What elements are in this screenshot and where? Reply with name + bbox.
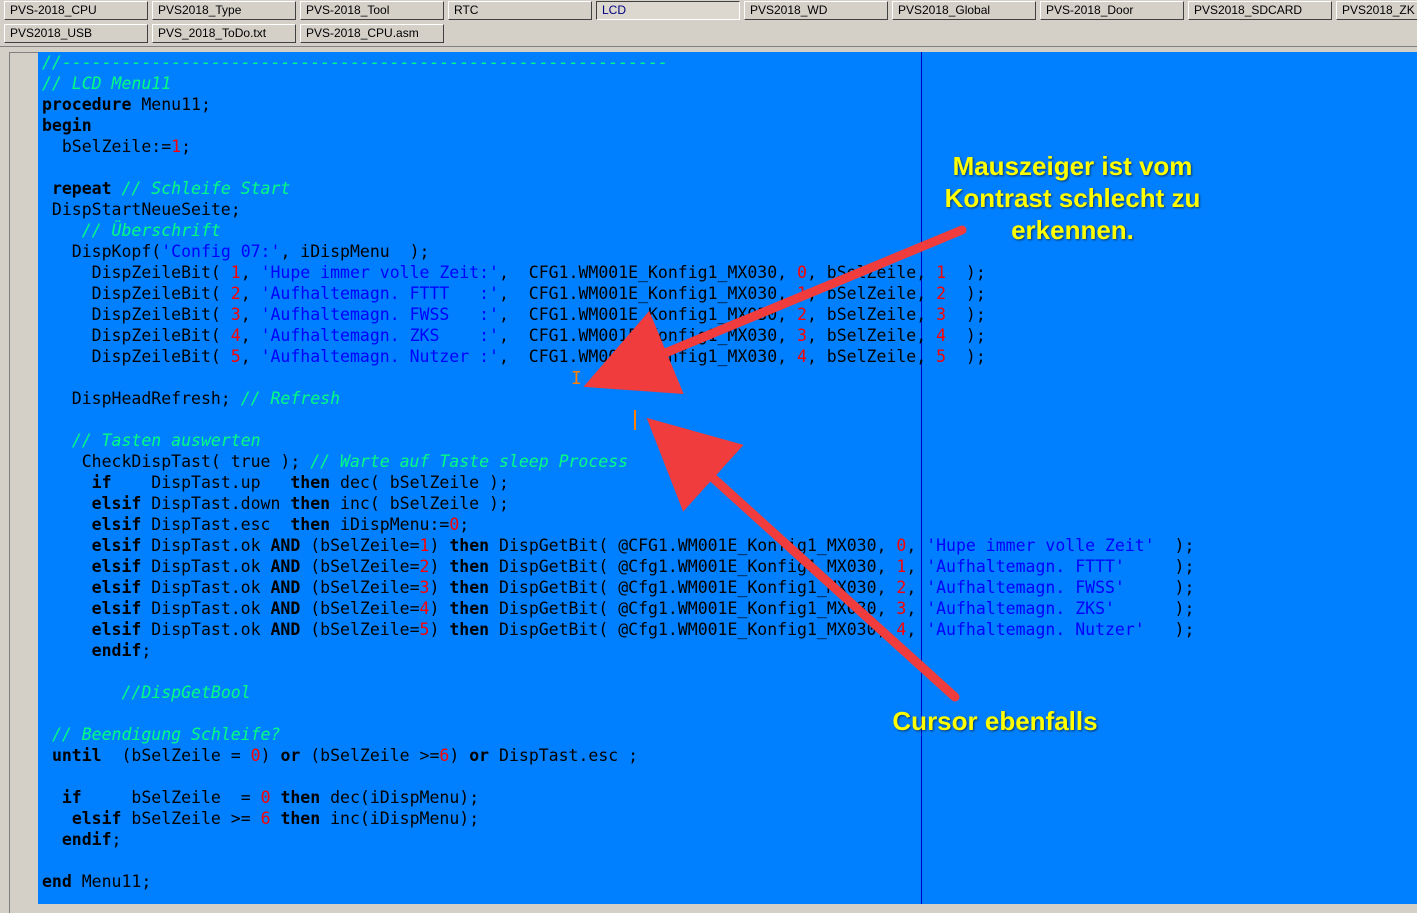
code-line: elsif DispTast.ok AND (bSelZeile=4) then… [91, 599, 1195, 618]
code-line: //--------------------------------------… [42, 53, 668, 72]
code-line: endif; [61, 830, 122, 849]
code-line: // Tasten auswerten [71, 431, 261, 450]
code-line: elsif DispTast.esc then iDispMenu:=0; [91, 515, 470, 534]
tab-rtc[interactable]: RTC [448, 1, 592, 20]
tab-pvs2018-sdcard[interactable]: PVS2018_SDCARD [1188, 1, 1332, 20]
code-line: DispZeileBit( 2, 'Aufhaltemagn. FTTT :',… [42, 284, 986, 303]
code-line: if bSelZeile = 0 then dec(iDispMenu); [61, 788, 480, 807]
code-line: elsif bSelZeile >= 6 then inc(iDispMenu)… [71, 809, 480, 828]
code-line: elsif DispTast.ok AND (bSelZeile=5) then… [91, 620, 1195, 639]
code-line: CheckDispTast( true ); // Warte auf Tast… [42, 452, 629, 471]
code-line: end Menu11; [42, 872, 152, 891]
tab-pvs-2018-cpu-asm[interactable]: PVS-2018_CPU.asm [300, 24, 444, 43]
annotation-mouse-text: Mauszeiger ist vom Kontrast schlecht zu … [944, 151, 1201, 245]
code-line: DispZeileBit( 1, 'Hupe immer volle Zeit:… [42, 263, 986, 282]
tab-bar-row-2: PVS2018_USB PVS_2018_ToDo.txt PVS-2018_CPU… [0, 23, 1417, 46]
code-line: procedure Menu11; [42, 95, 211, 114]
annotation-cursor-text: Cursor ebenfalls [892, 706, 1098, 736]
code-line: elsif DispTast.ok AND (bSelZeile=2) then… [91, 557, 1195, 576]
tab-pvs2018-zk[interactable]: PVS2018_ZK [1336, 1, 1417, 20]
code-line: DispZeileBit( 5, 'Aufhaltemagn. Nutzer :… [42, 347, 986, 366]
code-line: if DispTast.up then dec( bSelZeile ); [91, 473, 509, 492]
tab-pvs2018-usb[interactable]: PVS2018_USB [4, 24, 148, 43]
code-line: endif; [91, 641, 152, 660]
code-line: elsif DispTast.down then inc( bSelZeile … [91, 494, 509, 513]
code-line: until (bSelZeile = 0) or (bSelZeile >=6)… [51, 746, 639, 765]
tab-pvs-2018-door[interactable]: PVS-2018_Door [1040, 1, 1184, 20]
tab-bar-row-1: PVS-2018_CPU PVS2018_Type PVS-2018_Tool RTC… [0, 0, 1417, 23]
code-line: elsif DispTast.ok AND (bSelZeile=3) then… [91, 578, 1195, 597]
text-cursor [634, 410, 636, 430]
tab-pvs2018-global[interactable]: PVS2018_Global [892, 1, 1036, 20]
tab-lcd[interactable]: LCD [596, 1, 740, 20]
mouse-ibeam-icon: I [571, 368, 582, 389]
code-line: //DispGetBool [121, 683, 251, 702]
code-line: // LCD Menu11 [42, 74, 172, 93]
editor-gutter [9, 52, 38, 913]
code-line: DispZeileBit( 4, 'Aufhaltemagn. ZKS :', … [42, 326, 986, 345]
tab-pvs2018-wd[interactable]: PVS2018_WD [744, 1, 888, 20]
code-line: begin [42, 116, 92, 135]
tab-pvs-2018-todo-txt[interactable]: PVS_2018_ToDo.txt [152, 24, 296, 43]
tab-pvs2018-type[interactable]: PVS2018_Type [152, 1, 296, 20]
code-line: elsif DispTast.ok AND (bSelZeile=1) then… [91, 536, 1195, 555]
tab-pvs-2018-cpu[interactable]: PVS-2018_CPU [4, 1, 148, 20]
code-line: DispHeadRefresh; // Refresh [42, 389, 341, 408]
tab-pvs-2018-tool[interactable]: PVS-2018_Tool [300, 1, 444, 20]
code-line: DispZeileBit( 3, 'Aufhaltemagn. FWSS :',… [42, 305, 986, 324]
